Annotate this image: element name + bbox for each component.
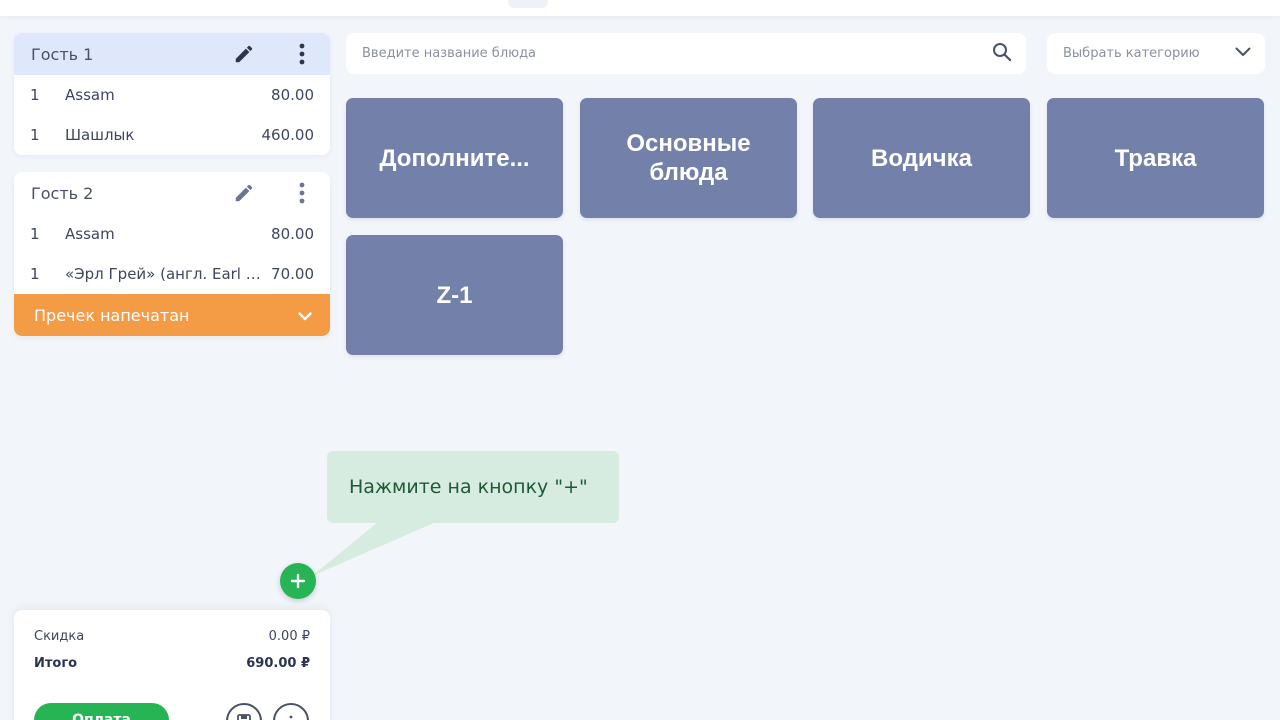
discount-row: Скидка 0.00 ₽ xyxy=(34,629,310,644)
guest-card-2: Гость 2 1 Assam 80.00 1 «Эрл Грей» (англ… xyxy=(14,172,330,336)
dish-search xyxy=(346,33,1026,74)
hint-tooltip: Нажмите на кнопку "+" xyxy=(327,451,619,523)
chevron-down-icon xyxy=(298,306,312,325)
top-bar-tab[interactable] xyxy=(508,0,548,8)
category-select[interactable]: Выбрать категорию xyxy=(1047,33,1265,74)
chevron-down-icon xyxy=(1235,46,1251,61)
info-icon[interactable] xyxy=(273,703,309,720)
category-tile[interactable]: Z-1 xyxy=(346,235,563,355)
discount-label: Скидка xyxy=(34,629,85,644)
order-row[interactable]: 1 Assam 80.00 xyxy=(14,214,330,254)
item-price: 80.00 xyxy=(271,225,314,243)
item-qty: 1 xyxy=(30,225,40,243)
precheck-label: Пречек напечатан xyxy=(34,305,190,325)
item-qty: 1 xyxy=(30,86,40,104)
save-icon[interactable] xyxy=(226,703,262,720)
pencil-icon[interactable] xyxy=(232,181,256,205)
guest-title: Гость 1 xyxy=(31,44,94,64)
order-row[interactable]: 1 «Эрл Грей» (англ. Earl Grey) 70.00 xyxy=(14,254,330,294)
category-tile[interactable]: Основные блюда xyxy=(580,98,797,218)
total-value: 690.00 ₽ xyxy=(246,656,310,671)
item-name: Assam xyxy=(65,225,115,243)
pencil-icon[interactable] xyxy=(232,42,256,66)
category-tile[interactable]: Водичка xyxy=(813,98,1030,218)
more-vertical-icon[interactable] xyxy=(290,42,314,66)
hint-text: Нажмите на кнопку "+" xyxy=(349,476,588,498)
top-bar xyxy=(0,0,1280,16)
order-row[interactable]: 1 Шашлык 460.00 xyxy=(14,115,330,155)
category-label: Выбрать категорию xyxy=(1063,46,1200,61)
guest-header-1[interactable]: Гость 1 xyxy=(14,33,330,75)
order-row[interactable]: 1 Assam 80.00 xyxy=(14,75,330,115)
item-price: 460.00 xyxy=(261,126,315,144)
guest-card-1: Гость 1 1 Assam 80.00 1 Шашлык 460.00 xyxy=(14,33,330,155)
totals-panel: Скидка 0.00 ₽ Итого 690.00 ₽ Оплата xyxy=(14,610,330,720)
category-tile[interactable]: Дополните... xyxy=(346,98,563,218)
plus-icon xyxy=(290,573,306,589)
item-name: Assam xyxy=(65,86,115,104)
search-icon[interactable] xyxy=(992,42,1012,66)
guest-title: Гость 2 xyxy=(31,183,94,203)
search-input[interactable] xyxy=(362,46,992,61)
add-guest-button[interactable] xyxy=(280,563,316,599)
total-label: Итого xyxy=(34,656,78,671)
item-name: «Эрл Грей» (англ. Earl Grey) xyxy=(65,265,272,283)
total-row: Итого 690.00 ₽ xyxy=(34,656,310,671)
item-qty: 1 xyxy=(30,126,40,144)
item-price: 70.00 xyxy=(271,265,314,283)
precheck-bar[interactable]: Пречек напечатан xyxy=(14,294,330,336)
item-price: 80.00 xyxy=(271,86,314,104)
item-qty: 1 xyxy=(30,265,40,283)
category-tile[interactable]: Травка xyxy=(1047,98,1264,218)
item-name: Шашлык xyxy=(65,126,135,144)
more-vertical-icon[interactable] xyxy=(290,181,314,205)
pay-button[interactable]: Оплата xyxy=(34,703,169,720)
discount-value: 0.00 ₽ xyxy=(268,629,310,644)
guest-header-2[interactable]: Гость 2 xyxy=(14,172,330,214)
